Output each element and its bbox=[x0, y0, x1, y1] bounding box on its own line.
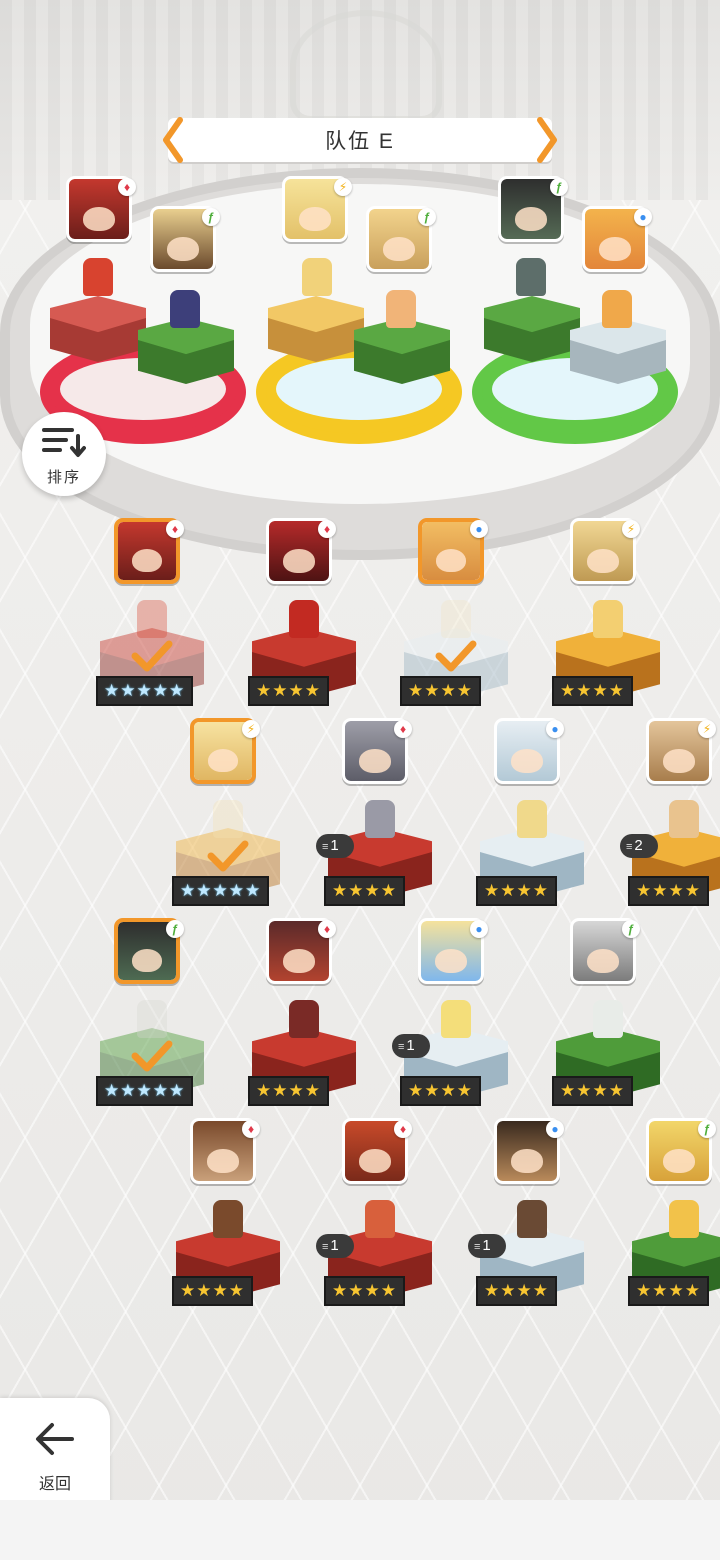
star-rating: ★★★★ bbox=[324, 1276, 405, 1306]
star-rating: ★★★★ bbox=[552, 1076, 633, 1106]
team-slot-2-block-main bbox=[268, 296, 364, 362]
lightning-icon: ⚡ bbox=[334, 178, 352, 196]
leaf-icon: ƒ bbox=[622, 920, 640, 938]
water-icon: ● bbox=[634, 208, 652, 226]
star-rating: ★★★★ bbox=[248, 1076, 329, 1106]
star-rating: ★★★★ bbox=[552, 676, 633, 706]
checkmark-icon bbox=[131, 640, 173, 672]
stack-icon: ≡ bbox=[322, 841, 329, 853]
character-sprite[interactable] bbox=[441, 600, 471, 638]
lightning-icon: ⚡ bbox=[622, 520, 640, 538]
team-slot-3-support-sprite[interactable] bbox=[602, 290, 632, 328]
water-icon: ● bbox=[470, 520, 488, 538]
fire-icon: ♦ bbox=[318, 520, 336, 538]
lightning-icon: ⚡ bbox=[242, 720, 260, 738]
character-sprite[interactable] bbox=[137, 1000, 167, 1038]
star-rating: ★★★★ bbox=[248, 676, 329, 706]
character-sprite[interactable] bbox=[289, 1000, 319, 1038]
leaf-icon: ƒ bbox=[698, 1120, 716, 1138]
duplicate-count-badge: ≡ 1 bbox=[392, 1034, 430, 1058]
character-sprite[interactable] bbox=[441, 1000, 471, 1038]
team-slot-3-block-main bbox=[484, 296, 580, 362]
duplicate-count: 1 bbox=[482, 1237, 491, 1254]
bottom-navigation-bar bbox=[0, 1500, 720, 1560]
duplicate-count: 2 bbox=[634, 837, 643, 854]
duplicate-count-badge: ≡ 1 bbox=[468, 1234, 506, 1258]
star-rating: ★★★★ bbox=[172, 1276, 253, 1306]
star-rating: ★★★★ bbox=[400, 676, 481, 706]
back-button[interactable]: 返回 bbox=[0, 1398, 110, 1508]
fire-icon: ♦ bbox=[166, 520, 184, 538]
sort-button[interactable]: 排序 bbox=[22, 412, 106, 496]
character-sprite[interactable] bbox=[669, 1200, 699, 1238]
star-rating: ★★★★★ bbox=[96, 676, 194, 706]
team-slot-2-support-sprite[interactable] bbox=[386, 290, 416, 328]
duplicate-count: 1 bbox=[406, 1037, 415, 1054]
character-sprite[interactable] bbox=[593, 600, 623, 638]
arena-emblem bbox=[290, 10, 442, 122]
team-slot-3-leader-sprite[interactable] bbox=[516, 258, 546, 296]
water-icon: ● bbox=[546, 1120, 564, 1138]
team-name-banner: 队伍 E bbox=[168, 118, 552, 162]
character-sprite[interactable] bbox=[365, 1200, 395, 1238]
sort-icon bbox=[42, 428, 86, 457]
water-icon: ● bbox=[470, 920, 488, 938]
back-arrow-icon bbox=[36, 1423, 74, 1455]
character-sprite[interactable] bbox=[137, 600, 167, 638]
leaf-icon: ƒ bbox=[550, 178, 568, 196]
stack-icon: ≡ bbox=[398, 1041, 405, 1053]
star-rating: ★★★★ bbox=[476, 876, 557, 906]
checkmark-icon bbox=[435, 640, 477, 672]
fire-icon: ♦ bbox=[318, 920, 336, 938]
character-sprite[interactable] bbox=[213, 800, 243, 838]
sort-label: 排序 bbox=[46, 469, 81, 486]
water-icon: ● bbox=[546, 720, 564, 738]
character-sprite[interactable] bbox=[365, 800, 395, 838]
star-rating: ★★★★ bbox=[628, 1276, 709, 1306]
star-rating: ★★★★★ bbox=[172, 876, 270, 906]
star-rating: ★★★★ bbox=[628, 876, 709, 906]
character-sprite[interactable] bbox=[213, 1200, 243, 1238]
checkmark-icon bbox=[207, 840, 249, 872]
character-sprite[interactable] bbox=[517, 800, 547, 838]
stack-icon: ≡ bbox=[322, 1241, 329, 1253]
character-sprite[interactable] bbox=[517, 1200, 547, 1238]
checkmark-icon bbox=[131, 1040, 173, 1072]
team-slot-1-support-sprite[interactable] bbox=[170, 290, 200, 328]
leaf-icon: ƒ bbox=[418, 208, 436, 226]
duplicate-count-badge: ≡ 1 bbox=[316, 1234, 354, 1258]
star-rating: ★★★★ bbox=[400, 1076, 481, 1106]
character-sprite[interactable] bbox=[669, 800, 699, 838]
star-rating: ★★★★★ bbox=[96, 1076, 194, 1106]
team-slot-1-leader-sprite[interactable] bbox=[83, 258, 113, 296]
fire-icon: ♦ bbox=[118, 178, 136, 196]
duplicate-count-badge: ≡ 1 bbox=[316, 834, 354, 858]
duplicate-count: 1 bbox=[330, 1237, 339, 1254]
next-team-arrow-icon[interactable] bbox=[532, 116, 562, 164]
fire-icon: ♦ bbox=[394, 720, 412, 738]
fire-icon: ♦ bbox=[242, 1120, 260, 1138]
leaf-icon: ƒ bbox=[166, 920, 184, 938]
stack-icon: ≡ bbox=[626, 841, 633, 853]
team-slot-1-block-main bbox=[50, 296, 146, 362]
star-rating: ★★★★ bbox=[324, 876, 405, 906]
team-slot-2-leader-sprite[interactable] bbox=[302, 258, 332, 296]
fire-icon: ♦ bbox=[394, 1120, 412, 1138]
star-rating: ★★★★ bbox=[476, 1276, 557, 1306]
duplicate-count: 1 bbox=[330, 837, 339, 854]
lightning-icon: ⚡ bbox=[698, 720, 716, 738]
character-sprite[interactable] bbox=[593, 1000, 623, 1038]
duplicate-count-badge: ≡ 2 bbox=[620, 834, 658, 858]
stack-icon: ≡ bbox=[474, 1241, 481, 1253]
character-sprite[interactable] bbox=[289, 600, 319, 638]
team-title: 队伍 E bbox=[325, 130, 395, 153]
previous-team-arrow-icon[interactable] bbox=[158, 116, 188, 164]
back-label: 返回 bbox=[38, 1476, 71, 1493]
leaf-icon: ƒ bbox=[202, 208, 220, 226]
